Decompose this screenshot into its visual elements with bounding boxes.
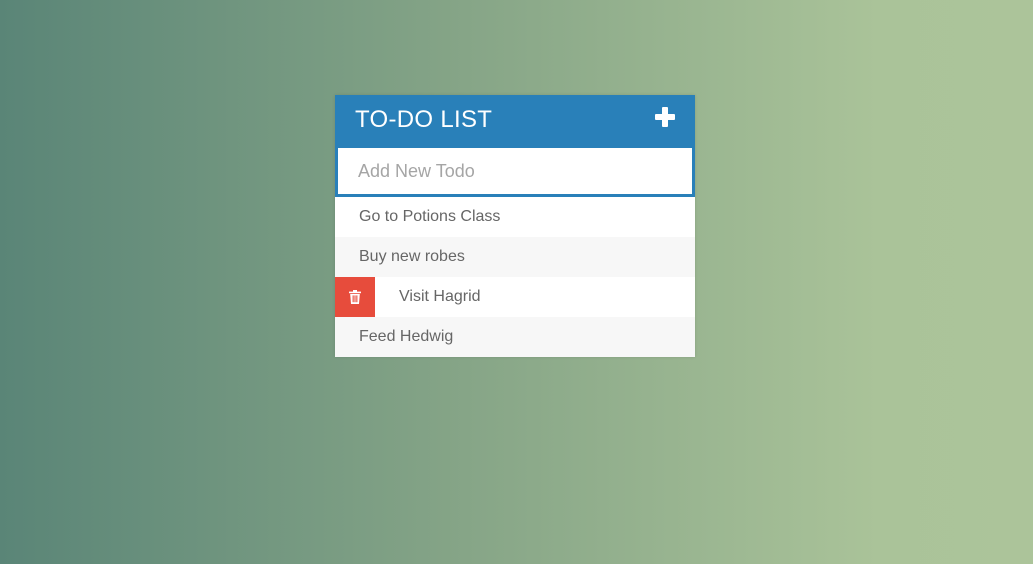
todo-text: Go to Potions Class: [359, 208, 501, 225]
page-title: TO-DO LIST: [355, 106, 493, 133]
todo-text: Feed Hedwig: [359, 328, 454, 345]
todo-list: Go to Potions Class Buy new robes Visit …: [335, 197, 695, 357]
todo-item[interactable]: Feed Hedwig: [335, 317, 695, 357]
todo-card: TO-DO LIST Go to Potions Class: [335, 95, 695, 357]
plus-icon[interactable]: [655, 107, 675, 127]
new-todo-input[interactable]: [335, 145, 695, 197]
todo-item[interactable]: Buy new robes: [335, 237, 695, 277]
todo-item[interactable]: Visit Hagrid: [335, 277, 695, 317]
todo-text: Buy new robes: [359, 248, 465, 265]
todo-text: Visit Hagrid: [399, 288, 481, 305]
todo-item[interactable]: Go to Potions Class: [335, 197, 695, 237]
trash-icon: [349, 290, 361, 304]
todo-header: TO-DO LIST: [335, 95, 695, 145]
delete-button[interactable]: [335, 277, 375, 317]
